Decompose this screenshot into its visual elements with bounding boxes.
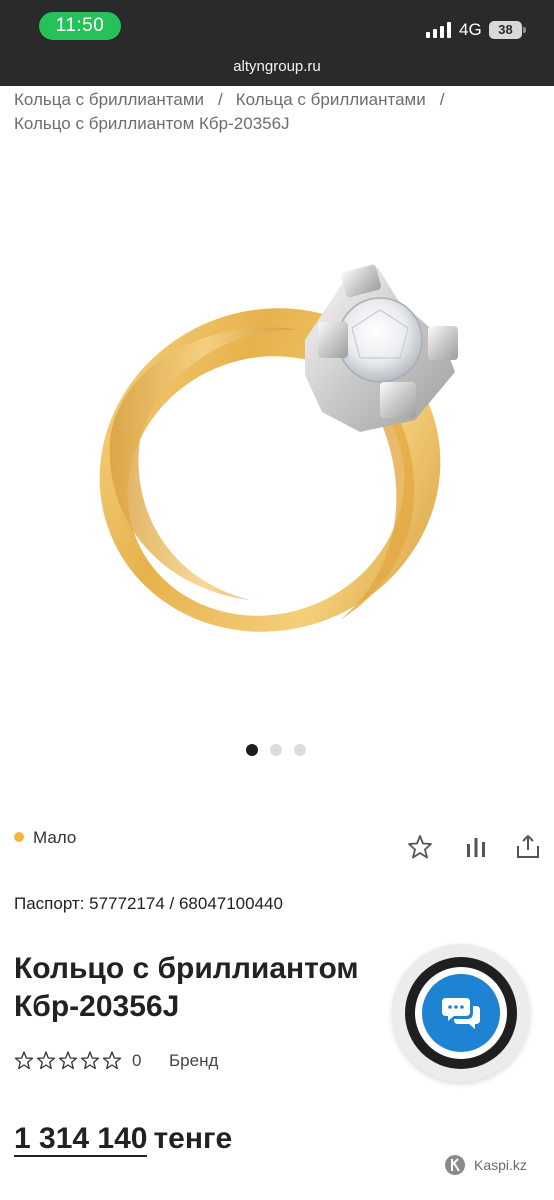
- network-label: 4G: [459, 20, 482, 39]
- bar-chart-icon[interactable]: [462, 833, 490, 861]
- brand-link[interactable]: Бренд: [169, 1051, 218, 1071]
- price-value: 1 314 140: [14, 1122, 148, 1157]
- chat-button-core: [422, 974, 500, 1052]
- address-bar-domain[interactable]: altyngroup.ru: [0, 58, 554, 75]
- chat-button-ring: [405, 957, 517, 1069]
- product-passport: Паспорт: 57772174 / 68047100440: [14, 894, 283, 913]
- share-icon[interactable]: [514, 833, 542, 861]
- gallery-dot-3[interactable]: [294, 744, 306, 756]
- chat-bubbles-icon: [442, 998, 480, 1029]
- chat-button-inner: [415, 967, 507, 1059]
- chat-button[interactable]: [392, 944, 530, 1082]
- stock-dot-icon: [14, 832, 24, 842]
- gold-diamond-ring-image: [99, 264, 458, 632]
- product-price: 1 314 140 тенге: [14, 1122, 233, 1157]
- battery-indicator: 38: [489, 21, 522, 39]
- kaspi-label: Kaspi.kz: [474, 1157, 527, 1173]
- product-title: Кольцо с бриллиантом Кбр-20356J: [14, 952, 359, 1023]
- gallery-dot-2[interactable]: [270, 744, 282, 756]
- breadcrumb: Кольца с бриллиантами / Кольца с бриллиант…: [14, 88, 544, 136]
- battery-cap: [523, 27, 526, 33]
- breadcrumb-separator: /: [439, 90, 445, 109]
- cellular-signal-icon: [426, 22, 452, 38]
- breadcrumb-separator: /: [218, 90, 223, 109]
- breadcrumb-link-2[interactable]: Кольца с бриллиантами: [236, 90, 426, 109]
- star-icon[interactable]: [406, 833, 434, 861]
- breadcrumb-link-1[interactable]: Кольца с бриллиантами: [14, 90, 204, 109]
- rating-count[interactable]: 0: [132, 1051, 141, 1071]
- status-time: 11:50: [39, 12, 121, 40]
- breadcrumb-current: Кольцо с бриллиантом Кбр-20356J: [14, 114, 290, 133]
- rating-stars-icon[interactable]: [14, 1050, 126, 1072]
- stock-status: Мало: [14, 828, 76, 848]
- stock-label: Мало: [33, 828, 77, 847]
- product-image[interactable]: [0, 150, 554, 730]
- price-currency: тенге: [153, 1122, 233, 1155]
- browser-status-bar: 11:50 4G 38 altyngroup.ru: [0, 0, 554, 86]
- kaspi-logo-icon: [445, 1155, 465, 1175]
- gallery-dot-1[interactable]: [246, 744, 258, 756]
